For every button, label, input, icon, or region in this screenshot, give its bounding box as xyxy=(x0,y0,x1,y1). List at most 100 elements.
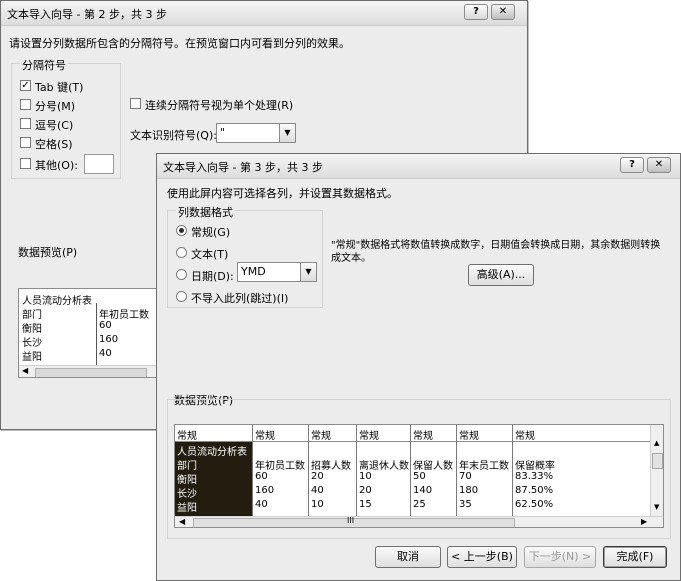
preview-cell: 保留人数 xyxy=(413,461,453,472)
step3-close-button[interactable]: ✕ xyxy=(647,157,671,173)
delimiter-group-label: 分隔符号 xyxy=(20,57,68,73)
step2-close-button[interactable]: ✕ xyxy=(491,4,515,20)
consecutive-checkbox[interactable] xyxy=(130,98,141,109)
step2-preview-cell: 年初员工数 xyxy=(99,310,149,321)
preview-cell: 180 xyxy=(459,485,479,496)
step3-titlebar[interactable]: 文本导入向导 - 第 3 步，共 3 步 ? ✕ xyxy=(157,154,680,179)
text-label: 文本(T) xyxy=(191,248,229,261)
preview-cell: 20 xyxy=(359,485,372,496)
preview-cell: 70 xyxy=(459,471,472,482)
preview-cell: 87.50% xyxy=(515,485,554,496)
step2-horizontal-scrollbar[interactable]: ◀ xyxy=(19,365,159,377)
preview-cell: 160 xyxy=(255,485,275,496)
step2-preview-cell: 部门 xyxy=(22,310,42,321)
semicolon-label: 分号(M) xyxy=(35,100,76,113)
step2-instruction: 请设置分列数据所包含的分隔符号。在预览窗口内可看到分列的效果。 xyxy=(9,37,350,50)
tab-label: Tab 键(T) xyxy=(35,81,84,94)
space-checkbox[interactable] xyxy=(20,137,31,148)
qualifier-value: " xyxy=(220,126,226,139)
preview-cell: 年末员工数 xyxy=(459,461,509,472)
date-radio[interactable] xyxy=(176,269,187,280)
column-format-group-label: 列数据格式 xyxy=(176,204,235,220)
scroll-up-arrow-icon[interactable]: ▲ xyxy=(654,439,659,447)
qualifier-label: 文本识别符号(Q): xyxy=(130,129,217,142)
preview-cell: 保留概率 xyxy=(515,461,555,472)
preview-cell: 长沙 xyxy=(177,489,197,500)
finish-button[interactable]: 完成(F) xyxy=(603,546,667,568)
step2-preview-cell: 长沙 xyxy=(22,338,42,349)
other-label: 其他(O): xyxy=(35,159,78,172)
preview-cell: 15 xyxy=(359,499,372,510)
step2-preview-cell: 60 xyxy=(99,320,112,331)
preview-cell: 益阳 xyxy=(177,503,197,514)
text-radio[interactable] xyxy=(176,247,187,258)
column-header[interactable]: 常规 xyxy=(515,427,535,442)
consecutive-label: 连续分隔符号视为单个处理(R) xyxy=(145,99,294,112)
other-input[interactable] xyxy=(84,154,114,174)
step2-title: 文本导入向导 - 第 2 步，共 3 步 xyxy=(7,8,167,21)
vertical-scroll-thumb[interactable] xyxy=(652,453,663,469)
preview-cell: 40 xyxy=(255,499,268,510)
preview-cell: 10 xyxy=(311,499,324,510)
preview-cell: 62.50% xyxy=(515,499,554,510)
cancel-button[interactable]: 取消 xyxy=(375,546,441,568)
step2-preview[interactable]: 人员流动分析表 部门 年初员工数 衡阳 60 长沙 160 益阳 40 ◀ xyxy=(18,288,160,378)
column-divider xyxy=(512,425,513,516)
back-button[interactable]: < 上一步(B) xyxy=(447,546,517,568)
step2-preview-cell: 人员流动分析表 xyxy=(22,296,92,307)
semicolon-checkbox[interactable] xyxy=(20,99,31,110)
step3-instruction: 使用此屏内容可选择各列，并设置其数据格式。 xyxy=(167,187,398,200)
column-header[interactable]: 常规 xyxy=(413,427,433,442)
general-radio[interactable] xyxy=(176,225,187,236)
preview-cell: 140 xyxy=(413,485,433,496)
preview-cell: 20 xyxy=(311,471,324,482)
scroll-left-arrow-icon[interactable]: ◀ xyxy=(179,517,185,526)
step2-preview-cell: 160 xyxy=(99,334,119,345)
tab-checkbox[interactable]: ✓ xyxy=(20,80,31,91)
preview-cell: 60 xyxy=(255,471,268,482)
preview-cell: 25 xyxy=(413,499,426,510)
other-checkbox[interactable] xyxy=(20,158,31,169)
step2-titlebar[interactable]: 文本导入向导 - 第 2 步，共 3 步 ? ✕ xyxy=(1,1,527,26)
comma-checkbox[interactable] xyxy=(20,118,31,129)
preview-cell: 离退休人数 xyxy=(359,461,409,472)
scroll-left-arrow-icon[interactable]: ◀ xyxy=(22,366,28,375)
column-divider xyxy=(308,425,309,516)
scroll-right-arrow-icon[interactable]: ▶ xyxy=(641,517,647,526)
preview-cell: 50 xyxy=(413,471,426,482)
column-header[interactable]: 常规 xyxy=(359,427,379,442)
preview-cell: 年初员工数 xyxy=(255,461,305,472)
next-button[interactable]: 下一步(N) > xyxy=(524,546,596,568)
column-header[interactable]: 常规 xyxy=(311,427,331,442)
preview-cell: 40 xyxy=(311,485,324,496)
qualifier-dropdown-arrow-icon[interactable]: ▼ xyxy=(279,124,295,142)
column-header[interactable]: 常规 xyxy=(177,427,197,442)
preview-cell: 衡阳 xyxy=(177,475,197,486)
column-header[interactable]: 常规 xyxy=(459,427,479,442)
scroll-thumb-grip: III xyxy=(347,516,355,525)
preview-cell: 人员流动分析表 xyxy=(177,447,247,458)
date-format-select[interactable]: YMD ▼ xyxy=(237,262,317,282)
format-description-line2: 成文本。 xyxy=(331,253,371,264)
step3-vertical-scrollbar[interactable]: ▲ ▼ xyxy=(650,425,663,516)
date-dropdown-arrow-icon[interactable]: ▼ xyxy=(300,263,316,281)
step3-preview[interactable]: 常规 常规 常规 常规 常规 常规 常规 人员流动分析表 部门 年初员工数 招募… xyxy=(174,424,664,528)
step2-column-divider xyxy=(96,303,97,365)
step3-horizontal-scrollbar[interactable]: ◀ III ▶ xyxy=(175,516,663,527)
preview-cell: 部门 xyxy=(177,461,197,472)
step2-preview-cell: 40 xyxy=(99,348,112,359)
column-header[interactable]: 常规 xyxy=(255,427,275,442)
general-label: 常规(G) xyxy=(191,226,231,239)
step2-help-button[interactable]: ? xyxy=(464,4,488,20)
qualifier-select[interactable]: " ▼ xyxy=(216,123,296,143)
step3-help-button[interactable]: ? xyxy=(620,157,644,173)
preview-cell: 招募人数 xyxy=(311,461,351,472)
step2-preview-cell: 衡阳 xyxy=(22,324,42,335)
scroll-down-arrow-icon[interactable]: ▼ xyxy=(654,503,659,511)
comma-label: 逗号(C) xyxy=(35,119,74,132)
step2-preview-label: 数据预览(P) xyxy=(18,246,78,259)
preview-cell: 83.33% xyxy=(515,471,554,482)
advanced-button[interactable]: 高级(A)... xyxy=(468,264,534,286)
scroll-thumb[interactable] xyxy=(35,368,147,377)
skip-radio[interactable] xyxy=(176,291,187,302)
